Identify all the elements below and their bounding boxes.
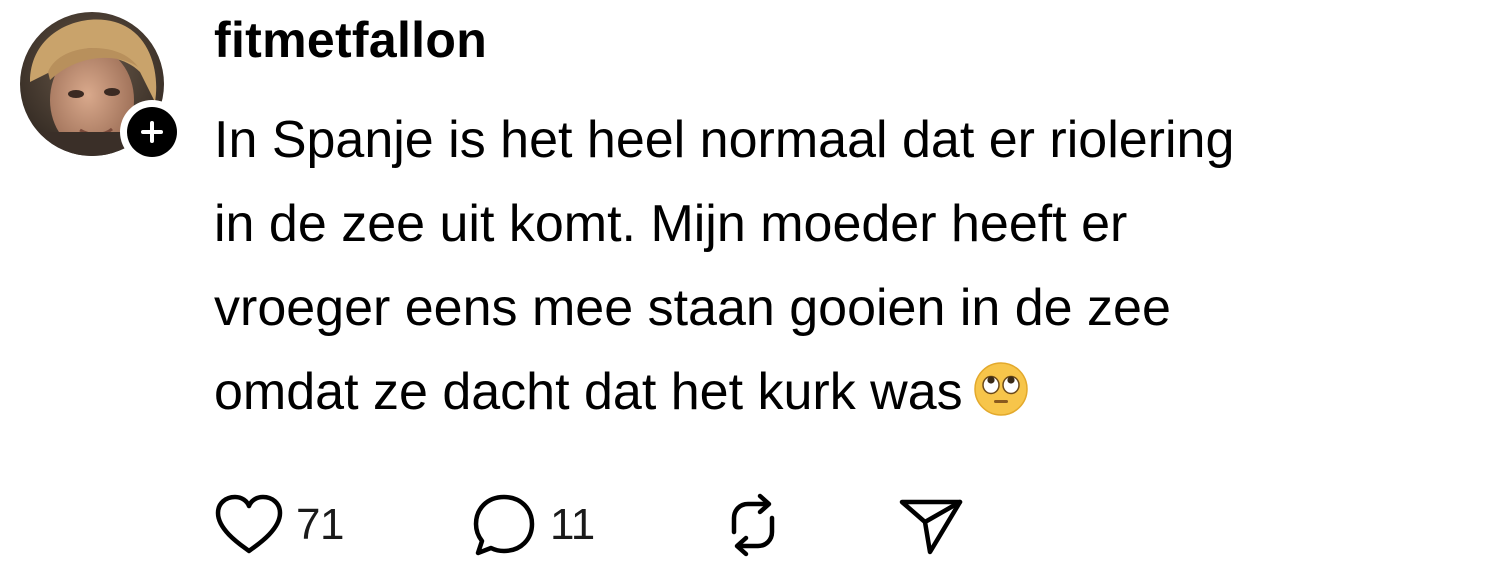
reply-button[interactable]: 11 [470, 490, 595, 560]
heart-icon [214, 493, 284, 557]
repost-button[interactable] [720, 490, 786, 560]
plus-icon [127, 107, 177, 157]
follow-button[interactable] [120, 100, 184, 164]
face-with-rolling-eyes-icon [973, 358, 1029, 442]
repost-icon [720, 492, 786, 558]
avatar-container[interactable] [20, 12, 184, 164]
share-button[interactable] [898, 490, 964, 560]
post-body: In Spanje is het heel normaal dat er rio… [214, 98, 1454, 442]
like-button[interactable]: 71 [214, 490, 344, 560]
comment-icon [470, 491, 538, 559]
like-count: 71 [296, 500, 344, 549]
username[interactable]: fitmetfallon [214, 8, 487, 72]
send-icon [898, 492, 964, 558]
post: fitmetfallon In Spanje is het heel norma… [0, 0, 1498, 582]
reply-count: 11 [550, 500, 595, 549]
post-text: In Spanje is het heel normaal dat er rio… [214, 111, 1235, 421]
